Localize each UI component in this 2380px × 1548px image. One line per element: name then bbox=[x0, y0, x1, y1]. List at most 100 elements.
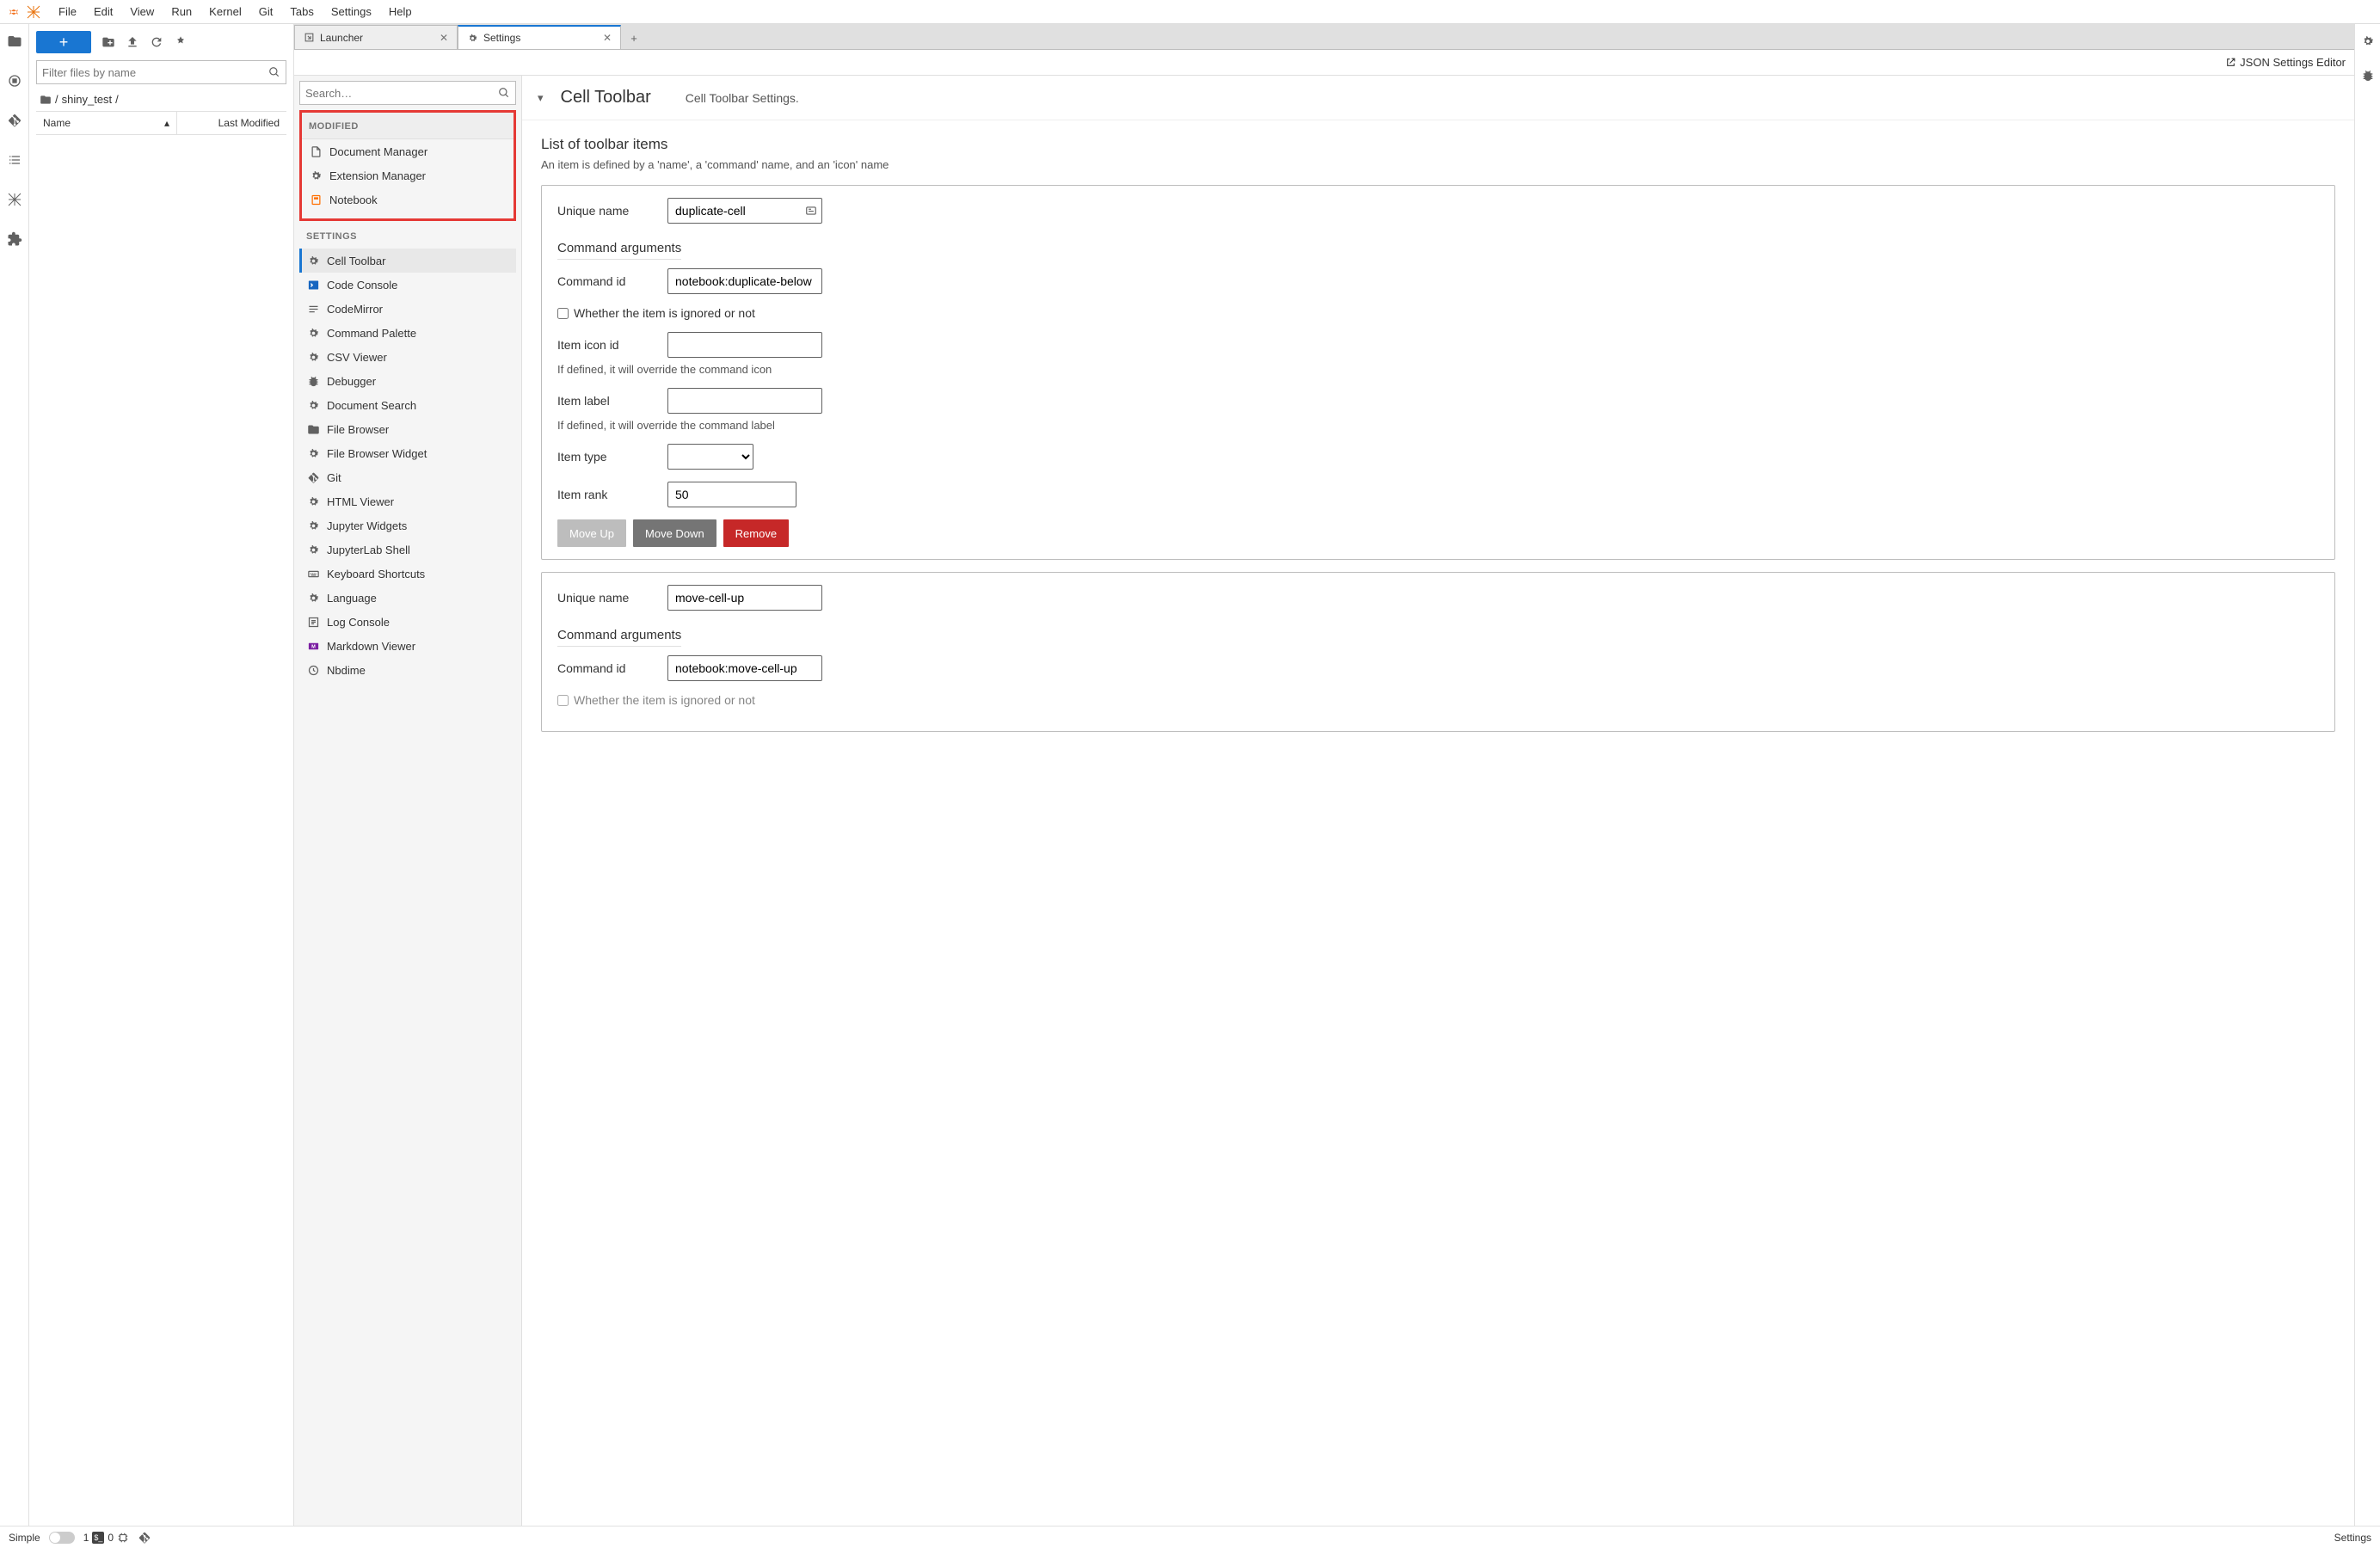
settings-item-cell-toolbar[interactable]: Cell Toolbar bbox=[299, 249, 516, 273]
settings-item-keyboard-shortcuts[interactable]: Keyboard Shortcuts bbox=[299, 562, 516, 586]
label-unique-name: Unique name bbox=[557, 591, 659, 605]
settings-item-extension-manager[interactable]: Extension Manager bbox=[302, 163, 514, 187]
property-inspector-icon[interactable] bbox=[2359, 33, 2377, 50]
simple-label: Simple bbox=[9, 1532, 40, 1544]
sagemath-sidebar-icon[interactable] bbox=[6, 191, 23, 208]
menu-tabs[interactable]: Tabs bbox=[281, 2, 322, 22]
input-icon-id[interactable] bbox=[667, 332, 822, 358]
settings-item-code-console[interactable]: Code Console bbox=[299, 273, 516, 297]
settings-item-nbdime[interactable]: Nbdime bbox=[299, 658, 516, 682]
close-icon[interactable]: ✕ bbox=[603, 32, 612, 44]
input-unique-name[interactable] bbox=[667, 585, 822, 611]
menubar: FileEditViewRunKernelGitTabsSettingsHelp bbox=[0, 0, 2380, 24]
settings-sidebar: MODIFIED Document ManagerExtension Manag… bbox=[294, 76, 522, 1526]
settings-item-label: Markdown Viewer bbox=[327, 640, 415, 653]
json-settings-editor-link[interactable]: JSON Settings Editor bbox=[294, 50, 2354, 76]
debugger-icon[interactable] bbox=[2359, 67, 2377, 84]
lines-icon bbox=[306, 302, 320, 316]
settings-item-csv-viewer[interactable]: CSV Viewer bbox=[299, 345, 516, 369]
settings-search-input[interactable] bbox=[305, 87, 498, 100]
settings-item-jupyter-widgets[interactable]: Jupyter Widgets bbox=[299, 513, 516, 538]
checkbox-ignored[interactable] bbox=[557, 308, 569, 319]
toc-icon[interactable] bbox=[6, 151, 23, 169]
input-item-label[interactable] bbox=[667, 388, 822, 414]
settings-search-wrap[interactable] bbox=[299, 81, 516, 105]
settings-item-file-browser-widget[interactable]: File Browser Widget bbox=[299, 441, 516, 465]
settings-item-notebook[interactable]: Notebook bbox=[302, 187, 514, 212]
activity-bar bbox=[0, 24, 29, 1526]
filter-input[interactable] bbox=[42, 66, 268, 79]
breadcrumb-segment[interactable]: shiny_test bbox=[62, 93, 113, 106]
breadcrumb-sep: / bbox=[115, 93, 119, 106]
input-unique-name[interactable] bbox=[667, 198, 822, 224]
breadcrumb[interactable]: / shiny_test / bbox=[36, 88, 286, 111]
settings-item-markdown-viewer[interactable]: MMarkdown Viewer bbox=[299, 634, 516, 658]
gear-icon bbox=[306, 446, 320, 460]
settings-item-git[interactable]: Git bbox=[299, 465, 516, 489]
label-icon-id: Item icon id bbox=[557, 338, 659, 352]
running-icon[interactable] bbox=[6, 72, 23, 89]
input-cmd-id[interactable] bbox=[667, 655, 822, 681]
gear-icon bbox=[306, 591, 320, 605]
status-right-label[interactable]: Settings bbox=[2334, 1532, 2371, 1544]
settings-item-log-console[interactable]: Log Console bbox=[299, 610, 516, 634]
move-up-button[interactable]: Move Up bbox=[557, 519, 626, 547]
settings-item-codemirror[interactable]: CodeMirror bbox=[299, 297, 516, 321]
settings-item-command-palette[interactable]: Command Palette bbox=[299, 321, 516, 345]
settings-item-html-viewer[interactable]: HTML Viewer bbox=[299, 489, 516, 513]
add-tab-button[interactable]: + bbox=[624, 28, 643, 47]
settings-item-label: Cell Toolbar bbox=[327, 255, 385, 267]
settings-item-file-browser[interactable]: File Browser bbox=[299, 417, 516, 441]
label-cmd-args: Command arguments bbox=[557, 241, 681, 260]
dock-panel: Launcher ✕ Settings ✕ + JSON Settings Ed… bbox=[294, 24, 2354, 1526]
extension-icon[interactable] bbox=[6, 230, 23, 248]
menu-help[interactable]: Help bbox=[380, 2, 421, 22]
select-item-type[interactable] bbox=[667, 444, 753, 470]
upload-icon[interactable] bbox=[126, 35, 139, 49]
tab-launcher[interactable]: Launcher ✕ bbox=[294, 25, 458, 49]
settings-item-debugger[interactable]: Debugger bbox=[299, 369, 516, 393]
menu-settings[interactable]: Settings bbox=[323, 2, 380, 22]
menu-git[interactable]: Git bbox=[250, 2, 282, 22]
close-icon[interactable]: ✕ bbox=[440, 32, 448, 44]
gear-icon bbox=[306, 519, 320, 532]
git-status-icon[interactable] bbox=[138, 1531, 151, 1545]
menu-kernel[interactable]: Kernel bbox=[200, 2, 250, 22]
tab-settings[interactable]: Settings ✕ bbox=[458, 25, 621, 49]
settings-item-label: Code Console bbox=[327, 279, 397, 292]
git-icon[interactable] bbox=[6, 112, 23, 129]
refresh-icon[interactable] bbox=[150, 35, 163, 49]
git-toggle-icon[interactable] bbox=[174, 35, 188, 49]
folder-icon[interactable] bbox=[6, 33, 23, 50]
settings-item-jupyterlab-shell[interactable]: JupyterLab Shell bbox=[299, 538, 516, 562]
menu-file[interactable]: File bbox=[50, 2, 85, 22]
input-cmd-id[interactable] bbox=[667, 268, 822, 294]
collapse-caret-icon[interactable]: ▾ bbox=[538, 91, 544, 105]
checkbox-ignored[interactable] bbox=[557, 695, 569, 706]
gear-icon bbox=[467, 33, 478, 44]
settings-item-label: Keyboard Shortcuts bbox=[327, 568, 425, 580]
toolbar-item-card: Unique name Command arguments Command id bbox=[541, 185, 2335, 560]
input-item-rank[interactable] bbox=[667, 482, 796, 507]
col-name[interactable]: Name▴ bbox=[36, 112, 176, 134]
col-modified[interactable]: Last Modified bbox=[176, 112, 286, 134]
filter-input-wrap[interactable] bbox=[36, 60, 286, 84]
new-folder-icon[interactable] bbox=[101, 35, 115, 49]
settings-item-language[interactable]: Language bbox=[299, 586, 516, 610]
move-down-button[interactable]: Move Down bbox=[633, 519, 716, 547]
menu-run[interactable]: Run bbox=[163, 2, 200, 22]
simple-toggle[interactable] bbox=[49, 1532, 75, 1544]
settings-item-document-search[interactable]: Document Search bbox=[299, 393, 516, 417]
settings-item-document-manager[interactable]: Document Manager bbox=[302, 139, 514, 163]
status-bar: Simple 1 $_ 0 Settings bbox=[0, 1526, 2380, 1548]
menu-view[interactable]: View bbox=[121, 2, 163, 22]
gear-icon bbox=[306, 326, 320, 340]
label-item-rank: Item rank bbox=[557, 488, 659, 501]
remove-button[interactable]: Remove bbox=[723, 519, 789, 547]
new-launcher-button[interactable]: + bbox=[36, 31, 91, 53]
log-icon bbox=[306, 615, 320, 629]
menu-edit[interactable]: Edit bbox=[85, 2, 121, 22]
gear-icon bbox=[306, 350, 320, 364]
label-cmd-id: Command id bbox=[557, 661, 659, 675]
search-icon bbox=[498, 87, 510, 99]
